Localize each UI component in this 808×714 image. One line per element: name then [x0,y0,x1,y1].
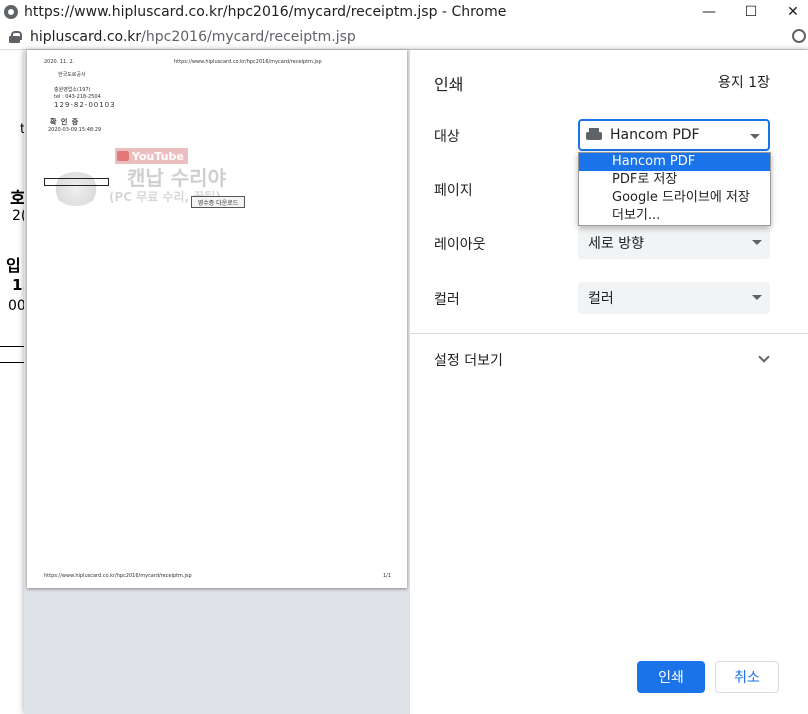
preview-bizno: 129-82-00103 [54,101,116,109]
pages-label: 페이지 [434,183,473,199]
background-page: t 호 2( 입 1. 00 [0,50,24,714]
bg-fragment: 입 [6,256,21,275]
url-domain: hipluscard.co.kr [30,28,142,45]
minimize-button[interactable]: — [686,0,732,24]
caret-down-icon [752,240,762,245]
preview-url-bottom: https://www.hipluscard.co.kr/hpc2016/myc… [44,573,192,579]
destination-dropdown: Hancom PDF PDF로 저장 Google 드라이브에 저장 더보기..… [578,152,771,226]
print-button[interactable]: 인쇄 [637,661,705,693]
zoom-icon[interactable] [792,29,806,43]
settings-divider [410,333,808,334]
preview-download-button: 영수증 다운로드 [191,196,245,208]
destination-option[interactable]: 더보기... [579,207,770,225]
layout-label: 레이아웃 [434,237,486,253]
lock-icon[interactable] [9,30,22,43]
destination-select[interactable]: Hancom PDF [578,119,770,151]
destination-option[interactable]: Google 드라이브에 저장 [579,189,770,207]
window-title: https://www.hipluscard.co.kr/hpc2016/myc… [24,4,507,20]
print-title: 인쇄 [434,75,464,94]
window-title-bar: https://www.hipluscard.co.kr/hpc2016/myc… [0,0,808,24]
bg-fragment: 00 [8,298,24,314]
cancel-button[interactable]: 취소 [715,661,779,693]
address-bar[interactable]: hipluscard.co.kr/hpc2016/mycard/receiptm… [0,24,808,50]
play-icon [117,151,129,161]
print-settings-panel: 인쇄 용지 1장 대상 Hancom PDF 페이지 레이아웃 세로 방향 컬러… [410,50,808,714]
maximize-button[interactable]: ☐ [728,0,774,24]
bg-fragment: 2( [12,208,24,224]
preview-page-number: 1/1 [383,573,392,579]
color-select[interactable]: 컬러 [578,282,770,314]
preview-datetime: 2020-03-09 15:48:29 [48,127,102,133]
url-text[interactable]: hipluscard.co.kr/hpc2016/mycard/receiptm… [30,29,356,45]
printer-icon [586,128,602,142]
color-label: 컬러 [434,292,460,308]
destination-label: 대상 [434,129,460,145]
destination-option[interactable]: Hancom PDF [579,153,770,171]
bg-divider [0,346,24,347]
print-preview-area: 2020. 11. 2. https://www.hipluscard.co.k… [24,50,410,714]
bg-fragment: 호 [10,189,24,209]
layout-select[interactable]: 세로 방향 [578,227,770,259]
preview-date: 2020. 11. 2. [44,59,75,65]
preview-page: 2020. 11. 2. https://www.hipluscard.co.k… [27,50,407,588]
preview-office: 충원영업소(197) [54,87,91,93]
destination-value: Hancom PDF [610,127,700,143]
preview-url-top: https://www.hipluscard.co.kr/hpc2016/myc… [174,59,322,65]
more-settings-toggle[interactable]: 설정 더보기 [434,350,774,370]
print-dialog: 2020. 11. 2. https://www.hipluscard.co.k… [24,50,808,714]
destination-option[interactable]: PDF로 저장 [579,171,770,189]
more-settings-label: 설정 더보기 [434,353,503,369]
bg-fragment: 1. [12,276,24,294]
preview-company: 한국도로공사 [58,72,86,78]
chrome-icon [4,5,18,19]
watermark-youtube-text: YouTube [132,149,184,163]
chevron-down-icon [758,351,770,363]
caret-down-icon [752,295,762,300]
bg-divider [0,362,24,363]
sheet-count: 용지 1장 [718,75,770,91]
preview-tel: tel : 043-218-2504 [54,94,101,100]
layout-value: 세로 방향 [588,236,644,252]
watermark-title: 캔납 수리야 [127,166,226,190]
url-path: /hpc2016/mycard/receiptm.jsp [141,28,356,45]
color-value: 컬러 [588,291,614,307]
caret-down-icon [750,134,760,139]
preview-confirm: 확 인 증 [50,118,80,126]
close-window-button[interactable]: ✕ [770,0,808,24]
preview-box [44,178,109,186]
